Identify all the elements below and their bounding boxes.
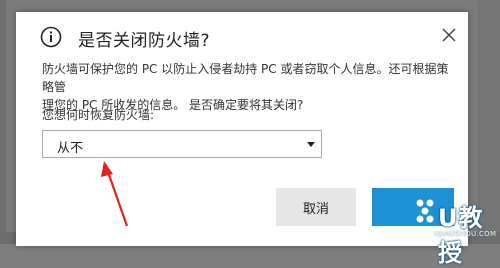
restore-prompt-label: 您想何时恢复防火墙:	[42, 108, 155, 122]
dropdown-arrow-icon	[307, 142, 315, 147]
restore-time-select[interactable]: 从不	[42, 130, 322, 158]
firewall-dialog: 是否关闭防火墙? 防火墙可保护您的 PC 以防止入侵者劫持 PC 或者窃取个人信…	[16, 12, 468, 246]
background-window-edge	[0, 0, 6, 244]
close-icon[interactable]	[440, 26, 458, 44]
select-value: 从不	[57, 141, 84, 156]
watermark-url: UJIAOSHOU.COM	[434, 230, 497, 238]
watermark: U教授 UJIAOSHOU.COM	[410, 196, 500, 267]
dialog-title: 是否关闭防火墙?	[78, 31, 211, 51]
info-icon	[40, 26, 62, 48]
dialog-message-line: 防火墙可保护您的 PC 以防止入侵者劫持 PC 或者窃取个人信息。还可根据策略管	[42, 62, 449, 94]
watermark-logo-icon	[416, 199, 434, 223]
cancel-button[interactable]: 取消	[276, 188, 356, 226]
